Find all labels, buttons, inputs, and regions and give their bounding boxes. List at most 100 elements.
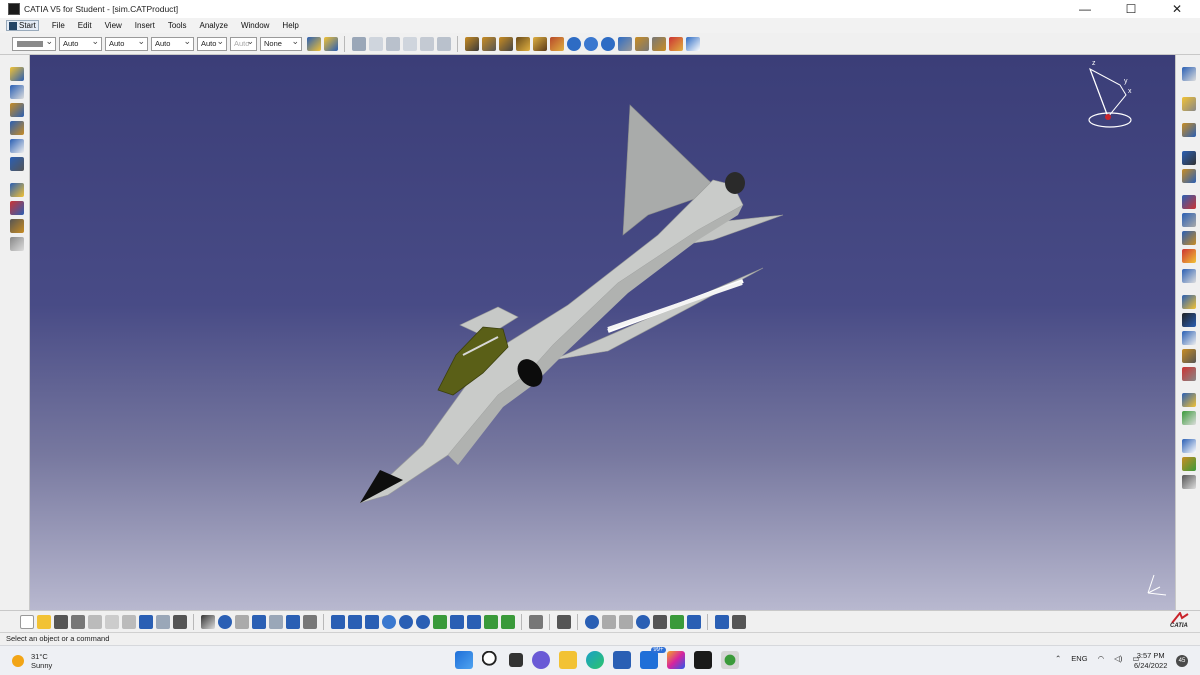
table-icon[interactable] bbox=[251, 614, 266, 629]
menu-tools[interactable]: Tools bbox=[168, 21, 187, 30]
constraint-icon[interactable] bbox=[1182, 411, 1196, 425]
coincidence-constraint-icon[interactable] bbox=[566, 36, 581, 51]
thickness-combo[interactable]: Auto bbox=[105, 35, 148, 51]
replace-component-icon[interactable] bbox=[10, 121, 24, 135]
linetype-combo[interactable]: Auto bbox=[59, 35, 102, 51]
camera-icon[interactable] bbox=[556, 614, 571, 629]
undo-icon[interactable] bbox=[138, 614, 153, 629]
manipulation-icon[interactable] bbox=[464, 36, 479, 51]
numbering-icon[interactable] bbox=[10, 157, 24, 171]
tools-icon[interactable] bbox=[1182, 367, 1196, 381]
reorder-icon[interactable] bbox=[385, 36, 400, 51]
previous-icon[interactable] bbox=[601, 614, 616, 629]
menu-start[interactable]: Start bbox=[6, 20, 39, 31]
print-icon[interactable] bbox=[70, 614, 85, 629]
stop-manipulate-icon[interactable] bbox=[549, 36, 564, 51]
file-explorer-icon[interactable] bbox=[558, 651, 577, 669]
view-mode-bottom-icon[interactable] bbox=[466, 614, 481, 629]
tile-icon[interactable] bbox=[714, 614, 729, 629]
layers-icon[interactable] bbox=[1182, 475, 1196, 489]
bom-icon[interactable] bbox=[436, 36, 451, 51]
multi-instantiation-icon[interactable] bbox=[10, 183, 24, 197]
catalog-browser-bottom-icon[interactable] bbox=[302, 614, 317, 629]
zoom-out-icon[interactable] bbox=[415, 614, 430, 629]
new-icon[interactable] bbox=[19, 614, 34, 629]
save-icon[interactable] bbox=[53, 614, 68, 629]
scenes-icon[interactable] bbox=[1182, 295, 1196, 309]
clipboard-icon[interactable] bbox=[652, 614, 667, 629]
annotation-icon[interactable] bbox=[1182, 269, 1196, 283]
structure-icon[interactable] bbox=[268, 614, 283, 629]
sectioning-icon[interactable] bbox=[1182, 151, 1196, 165]
store-icon[interactable] bbox=[612, 651, 631, 669]
generate-numbering-icon[interactable] bbox=[419, 36, 434, 51]
compass[interactable]: z y x bbox=[1088, 60, 1132, 128]
reuse-pattern-icon[interactable] bbox=[10, 219, 24, 233]
windows-start-icon[interactable] bbox=[454, 651, 473, 669]
painter-icon[interactable] bbox=[306, 36, 321, 51]
zoom-in-icon[interactable] bbox=[398, 614, 413, 629]
space-analysis-icon[interactable] bbox=[1182, 123, 1196, 137]
globe-app-icon[interactable] bbox=[720, 651, 739, 669]
film-icon[interactable] bbox=[1182, 313, 1196, 327]
wifi-icon[interactable]: ◠ bbox=[1098, 654, 1105, 663]
existing-component-icon[interactable] bbox=[10, 103, 24, 117]
quick-constraint-icon[interactable] bbox=[668, 36, 683, 51]
mail-icon[interactable]: 99+ bbox=[639, 647, 666, 669]
knowledge-icon[interactable] bbox=[217, 614, 232, 629]
menu-file[interactable]: File bbox=[52, 21, 65, 30]
layer-filter-combo[interactable]: None bbox=[260, 35, 302, 51]
tray-chevron-icon[interactable]: ⌃ bbox=[1055, 654, 1061, 663]
whats-this-icon[interactable] bbox=[172, 614, 187, 629]
chat-icon[interactable] bbox=[531, 651, 550, 669]
analysis-icon[interactable] bbox=[285, 614, 300, 629]
fast-instantiation-icon[interactable] bbox=[10, 201, 24, 215]
smart-move-icon[interactable] bbox=[498, 36, 513, 51]
search-icon[interactable] bbox=[635, 614, 650, 629]
clash-analysis-icon[interactable] bbox=[1182, 195, 1196, 209]
color-combo[interactable] bbox=[12, 35, 56, 51]
open-icon[interactable] bbox=[36, 614, 51, 629]
menu-insert[interactable]: Insert bbox=[135, 21, 155, 30]
menu-edit[interactable]: Edit bbox=[78, 21, 92, 30]
hide-show-icon[interactable] bbox=[483, 614, 498, 629]
explode-icon[interactable] bbox=[515, 36, 530, 51]
maximize-button[interactable]: ☐ bbox=[1108, 0, 1154, 18]
view-mode-icon[interactable] bbox=[1182, 457, 1196, 471]
language-indicator[interactable]: ENG bbox=[1071, 654, 1087, 663]
rendering-combo[interactable]: Auto bbox=[230, 35, 257, 51]
catia-taskbar-icon[interactable] bbox=[693, 651, 712, 669]
graph-tree-icon[interactable] bbox=[402, 36, 417, 51]
measure-between-icon[interactable] bbox=[1182, 213, 1196, 227]
redo-icon[interactable] bbox=[155, 614, 170, 629]
search-taskbar-icon[interactable] bbox=[481, 651, 500, 669]
axis-system-icon[interactable] bbox=[685, 36, 700, 51]
cut-icon[interactable] bbox=[87, 614, 102, 629]
material-icon[interactable] bbox=[669, 614, 684, 629]
fuselage[interactable] bbox=[359, 179, 744, 504]
formula-icon[interactable] bbox=[200, 614, 215, 629]
rotate-icon[interactable] bbox=[381, 614, 396, 629]
render-icon[interactable] bbox=[686, 614, 701, 629]
close-button[interactable]: ✕ bbox=[1154, 0, 1200, 18]
edge-icon[interactable] bbox=[585, 651, 604, 669]
offset-constraint-icon[interactable] bbox=[600, 36, 615, 51]
product-icon[interactable] bbox=[10, 67, 24, 81]
point-style-combo[interactable]: Auto bbox=[151, 35, 194, 51]
task-view-icon[interactable] bbox=[508, 653, 523, 667]
measure-bottom-icon[interactable] bbox=[528, 614, 543, 629]
paste-icon[interactable] bbox=[121, 614, 136, 629]
fix-component-icon[interactable] bbox=[634, 36, 649, 51]
new-from-icon[interactable] bbox=[368, 36, 383, 51]
snap-icon[interactable] bbox=[481, 36, 496, 51]
enhanced-scene-icon[interactable] bbox=[1182, 349, 1196, 363]
measure-item-icon[interactable] bbox=[1182, 231, 1196, 245]
navigation-icon[interactable] bbox=[584, 614, 599, 629]
catalog-browser-icon[interactable] bbox=[351, 36, 366, 51]
minimize-button[interactable]: — bbox=[1062, 0, 1108, 18]
quick-view-icon[interactable] bbox=[449, 614, 464, 629]
menu-help[interactable]: Help bbox=[282, 21, 298, 30]
weather-widget[interactable]: 31°C Sunny bbox=[12, 652, 52, 670]
catalog-icon[interactable] bbox=[10, 237, 24, 251]
angle-constraint-icon[interactable] bbox=[617, 36, 632, 51]
